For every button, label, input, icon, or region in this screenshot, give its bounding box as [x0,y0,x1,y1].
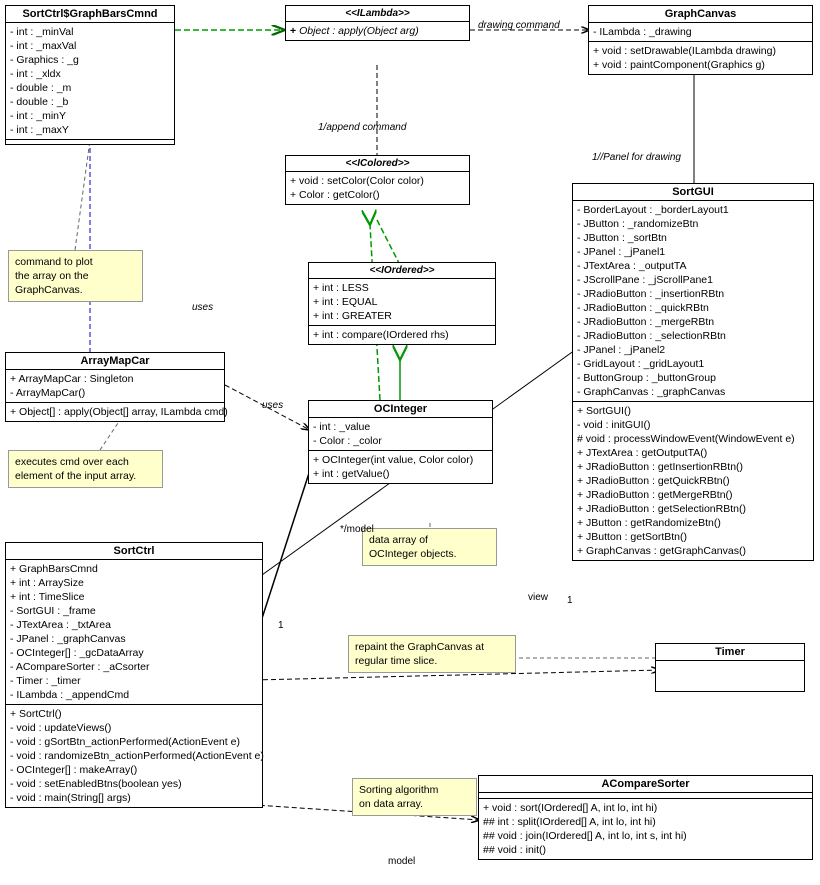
note-sorting-algorithm: Sorting algorithm on data array. [352,778,477,816]
timer-box: Timer [655,643,805,692]
graph-canvas-box: GraphCanvas - ILambda : _drawing + void … [588,5,813,75]
timer-fields [656,661,804,691]
sort-ctrl-graph-bars-cmd-box: SortCtrl$GraphBarsCmnd - int : _minVal -… [5,5,175,145]
note-data-array: data array of OCInteger objects. [362,528,497,566]
multiplicity-1b: 1 [567,595,573,606]
view-label: view [528,592,548,603]
i-lambda-stereotype: <<ILambda>> [286,6,469,22]
multiplicity-1a: 1 [278,620,284,631]
sort-gui-methods: + SortGUI() - void : initGUI() # void : … [573,402,813,560]
a-compare-sorter-box: ACompareSorter + void : sort(IOrdered[] … [478,775,813,860]
sort-ctrl-graph-bars-cmd-title: SortCtrl$GraphBarsCmnd [6,6,174,23]
uses-label-1: uses [192,302,213,313]
array-map-car-methods: + Object[] : apply(Object[] array, ILamb… [6,403,224,421]
oc-integer-fields: - int : _value - Color : _color [309,418,492,451]
i-ordered-box: <<IOrdered>> + int : LESS + int : EQUAL … [308,262,496,345]
array-map-car-title: ArrayMapCar [6,353,224,370]
sort-ctrl-box: SortCtrl + GraphBarsCmnd + int : ArraySi… [5,542,263,808]
i-lambda-methods: + Object : apply(Object arg) [286,22,469,40]
note-executes-cmd: executes cmd over each element of the in… [8,450,163,488]
sort-ctrl-methods: + SortCtrl() - void : updateViews() - vo… [6,705,262,807]
diagram-container: SortCtrl$GraphBarsCmnd - int : _minVal -… [0,0,820,885]
array-map-car-fields: + ArrayMapCar : Singleton - ArrayMapCar(… [6,370,224,403]
graph-canvas-methods: + void : setDrawable(ILambda drawing) + … [589,42,812,74]
array-map-car-box: ArrayMapCar + ArrayMapCar : Singleton - … [5,352,225,422]
a-compare-sorter-methods: + void : sort(IOrdered[] A, int lo, int … [479,799,812,859]
append-command-label: 1/append command [318,122,406,133]
i-ordered-methods: + int : compare(IOrdered rhs) [309,326,495,344]
sort-gui-title: SortGUI [573,184,813,201]
i-colored-box: <<IColored>> + void : setColor(Color col… [285,155,470,205]
sort-ctrl-title: SortCtrl [6,543,262,560]
i-colored-methods: + void : setColor(Color color) + Color :… [286,172,469,204]
i-ordered-stereotype: <<IOrdered>> [309,263,495,279]
oc-integer-title: OCInteger [309,401,492,418]
oc-integer-methods: + OCInteger(int value, Color color) + in… [309,451,492,483]
timer-title: Timer [656,644,804,661]
a-compare-sorter-title: ACompareSorter [479,776,812,793]
panel-for-drawing-label: 1//Panel for drawing [592,152,681,163]
uses-label-2: uses [262,400,283,411]
note-command-to-plot: command to plot the array on the GraphCa… [8,250,143,302]
model-label-1: */model [340,524,374,535]
i-colored-stereotype: <<IColored>> [286,156,469,172]
i-lambda-box: <<ILambda>> + Object : apply(Object arg) [285,5,470,41]
model-label-2: model [388,856,415,867]
oc-integer-box: OCInteger - int : _value - Color : _colo… [308,400,493,484]
note-repaint: repaint the GraphCanvas at regular time … [348,635,516,673]
sort-gui-box: SortGUI - BorderLayout : _borderLayout1 … [572,183,814,561]
drawing-command-label: drawing command [478,20,560,31]
i-ordered-fields: + int : LESS + int : EQUAL + int : GREAT… [309,279,495,326]
sort-ctrl-graph-bars-cmd-fields: - int : _minVal - int : _maxVal - Graphi… [6,23,174,140]
sort-ctrl-graph-bars-cmd-methods [6,140,174,144]
sort-gui-fields: - BorderLayout : _borderLayout1 - JButto… [573,201,813,402]
sort-ctrl-fields: + GraphBarsCmnd + int : ArraySize + int … [6,560,262,705]
graph-canvas-title: GraphCanvas [589,6,812,23]
graph-canvas-fields: - ILambda : _drawing [589,23,812,42]
